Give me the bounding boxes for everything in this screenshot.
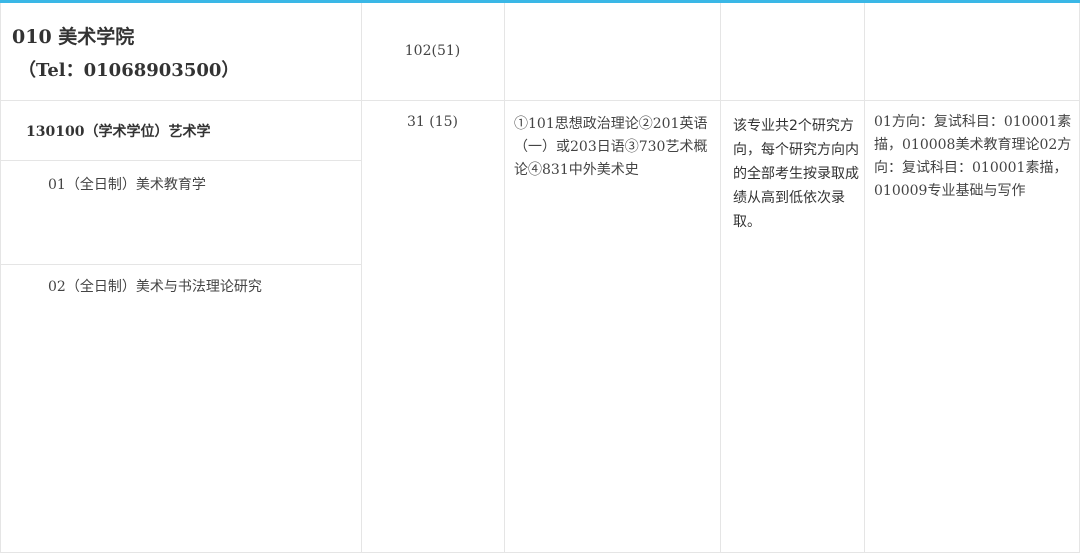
major-note: 该专业共2个研究方向，每个研究方向内的全部考生按录取成绩从高到低依次录取。 [733,118,859,230]
grid-line [0,264,361,265]
direction-item: 02（全日制）美术与书法理论研究 [48,279,262,295]
major-name: 130100（学术学位）艺术学 [26,124,211,140]
grid-line [0,3,1,553]
retest-subjects: 01方向：复试科目：010001素描，010008美术教育理论02方向：复试科目… [874,114,1072,199]
top-accent-line [0,0,1080,3]
college-tel: （Tel：01068903500） [18,60,240,81]
grid-line [864,3,865,553]
exam-subjects: ①101思想政治理论②201英语（一）或203日语③730艺术概论④831中外美… [514,116,708,178]
direction-item: 01（全日制）美术教育学 [48,177,206,193]
admissions-table: 010 美术学院 （Tel：01068903500） 102(51) 13010… [0,0,1080,553]
grid-line [504,3,505,553]
college-total: 102(51) [404,43,461,59]
grid-line [0,160,361,161]
major-count: 31 (15) [406,114,458,130]
college-name: 010 美术学院 [12,26,135,48]
grid-line [0,100,1080,101]
grid-line [720,3,721,553]
grid-line [361,3,362,553]
